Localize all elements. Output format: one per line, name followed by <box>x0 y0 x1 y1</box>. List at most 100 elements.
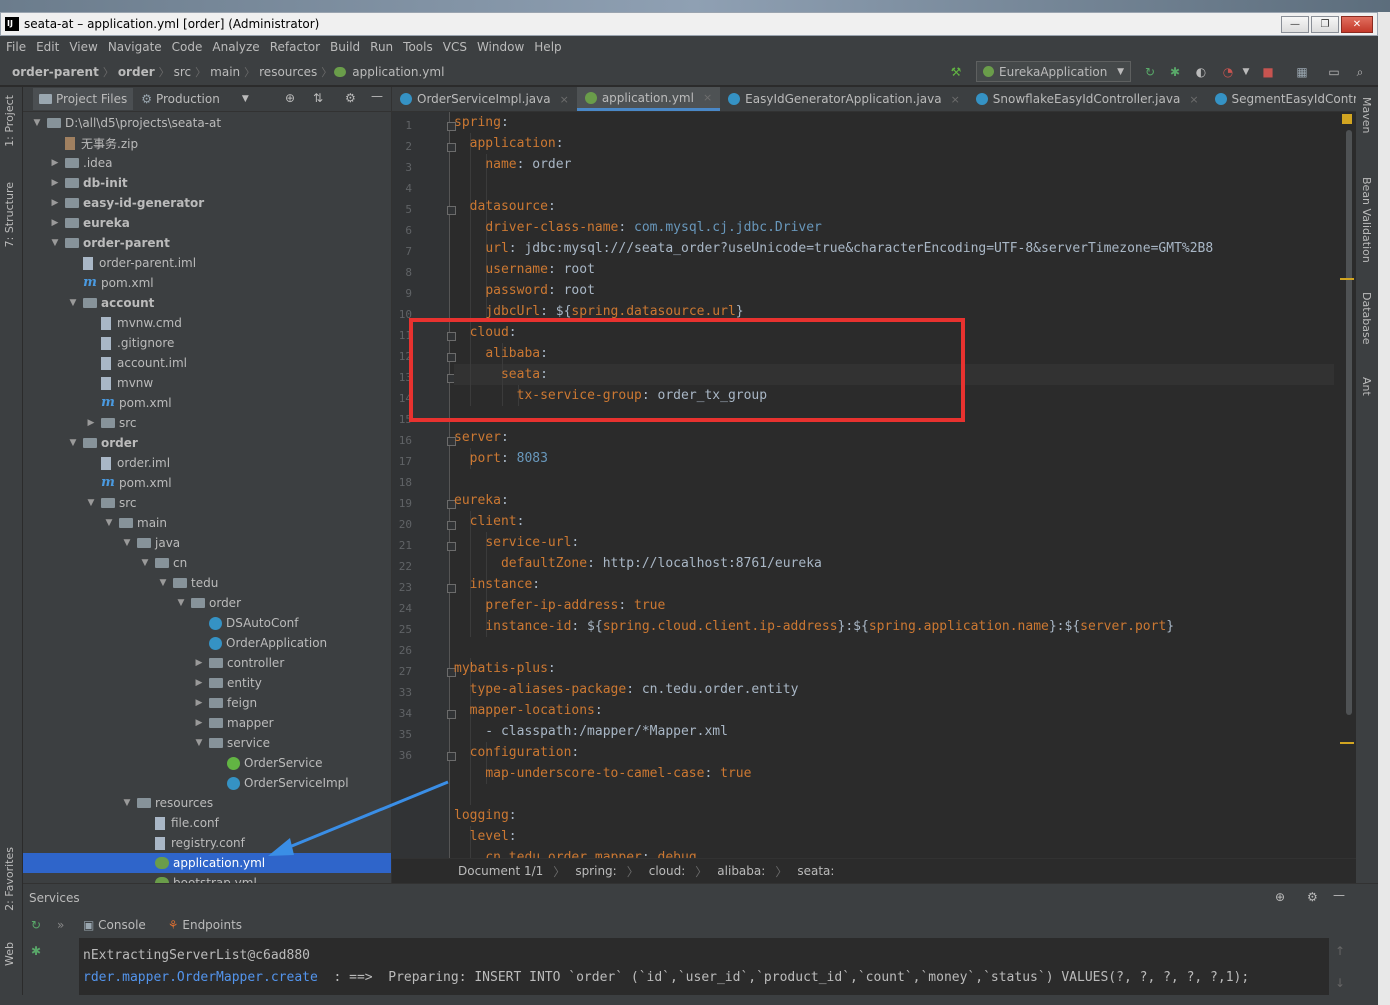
tree-node[interactable]: ▶ eureka <box>23 213 383 233</box>
tree-node[interactable]: ▼ cn <box>23 553 383 573</box>
search-icon[interactable]: ⌕ <box>1352 64 1368 80</box>
menu-run[interactable]: Run <box>370 40 393 54</box>
menu-navigate[interactable]: Navigate <box>108 40 162 54</box>
expand-arrow-icon[interactable]: ▼ <box>121 798 133 808</box>
collapse-arrow-icon[interactable]: ▶ <box>49 198 61 208</box>
tree-node[interactable]: ▶ .idea <box>23 153 383 173</box>
tree-node[interactable]: m pom.xml <box>23 273 383 293</box>
menu-view[interactable]: View <box>69 40 97 54</box>
breadcrumb-src[interactable]: src <box>170 65 196 79</box>
collapse-arrow-icon[interactable]: ▶ <box>193 718 205 728</box>
tree-node[interactable]: ▼ D:\all\d5\projects\seata-at <box>23 113 383 133</box>
expand-arrow-icon[interactable]: ▼ <box>157 578 169 588</box>
collapse-arrow-icon[interactable]: ▶ <box>49 218 61 228</box>
code-content[interactable]: spring: application: name: order datasou… <box>454 112 1334 858</box>
structure-tool-tab[interactable]: 7: Structure <box>3 182 16 247</box>
menu-refactor[interactable]: Refactor <box>270 40 320 54</box>
console-tab[interactable]: ▣ Console <box>83 918 146 932</box>
tree-node[interactable]: ▶ src <box>23 413 383 433</box>
tree-node[interactable]: m pom.xml <box>23 393 383 413</box>
editor-tab[interactable]: SnowflakeEasyIdController.java × <box>968 87 1207 111</box>
menu-build[interactable]: Build <box>330 40 360 54</box>
collapse-all-icon[interactable]: ⇅ <box>313 91 323 105</box>
breadcrumb-order[interactable]: order <box>114 65 159 79</box>
minimize-button[interactable]: — <box>1281 16 1309 33</box>
add-service-icon[interactable]: ⊕ <box>1275 890 1285 904</box>
tree-node[interactable]: order-parent.iml <box>23 253 383 273</box>
project-tool-tab[interactable]: 1: Project <box>3 95 16 147</box>
coverage-icon[interactable]: ◐ <box>1193 64 1209 80</box>
editor-tab[interactable]: EasyIdGeneratorApplication.java × <box>720 87 968 111</box>
tree-node[interactable]: ▼ resources <box>23 793 383 813</box>
editor-breadcrumb-spring[interactable]: spring: <box>575 864 616 878</box>
close-tab-icon[interactable]: × <box>951 93 960 106</box>
tree-node[interactable]: registry.conf <box>23 833 383 853</box>
collapse-arrow-icon[interactable]: ▶ <box>193 658 205 668</box>
build-hammer-icon[interactable]: ⚒ <box>948 64 964 80</box>
tree-node[interactable]: ▶ controller <box>23 653 383 673</box>
editor-tab[interactable]: application.yml × <box>576 87 721 111</box>
tree-node[interactable]: ▼ tedu <box>23 573 383 593</box>
run-configuration-select[interactable]: EurekaApplication ▼ <box>976 61 1131 82</box>
menu-vcs[interactable]: VCS <box>443 40 467 54</box>
bean-validation-tool-tab[interactable]: Bean Validation <box>1360 177 1373 263</box>
close-button[interactable]: ✕ <box>1341 16 1373 33</box>
error-stripe-mark[interactable] <box>1340 742 1354 744</box>
editor-tab[interactable]: SegmentEasyIdContr× <box>1207 87 1356 111</box>
tree-node[interactable]: ▶ db-init <box>23 173 383 193</box>
expand-arrow-icon[interactable]: ▼ <box>175 598 187 608</box>
menu-file[interactable]: File <box>6 40 26 54</box>
scroll-down-icon[interactable]: ↓ <box>1335 976 1345 990</box>
error-stripe-mark[interactable] <box>1340 278 1354 280</box>
profile-icon[interactable]: ◔ <box>1220 64 1236 80</box>
collapse-arrow-icon[interactable]: ▶ <box>193 678 205 688</box>
gear-icon[interactable]: ⚙ <box>345 91 356 105</box>
menu-help[interactable]: Help <box>534 40 561 54</box>
tree-node[interactable]: OrderService <box>23 753 383 773</box>
expand-arrow-icon[interactable]: ▼ <box>67 438 79 448</box>
breadcrumb-resources[interactable]: resources <box>255 65 321 79</box>
tree-node[interactable]: order.iml <box>23 453 383 473</box>
gear-icon[interactable]: ⚙ <box>1307 890 1318 904</box>
tree-node[interactable]: m pom.xml <box>23 473 383 493</box>
collapse-arrow-icon[interactable]: ▶ <box>49 158 61 168</box>
expand-arrow-icon[interactable]: ▼ <box>31 118 43 128</box>
maven-tool-tab[interactable]: Maven <box>1360 97 1373 133</box>
debug-icon[interactable]: ✱ <box>31 944 41 958</box>
tree-node[interactable]: application.yml <box>23 853 391 873</box>
chevron-down-icon[interactable]: ▼ <box>1238 64 1254 80</box>
expand-arrow-icon[interactable]: ▼ <box>103 518 115 528</box>
menu-code[interactable]: Code <box>172 40 203 54</box>
tree-node[interactable]: ▼ java <box>23 533 383 553</box>
maximize-button[interactable]: ❐ <box>1311 16 1339 33</box>
collapse-arrow-icon[interactable]: ▶ <box>193 698 205 708</box>
endpoints-tab[interactable]: ⚘ Endpoints <box>168 918 242 932</box>
tree-node[interactable]: OrderServiceImpl <box>23 773 383 793</box>
menu-analyze[interactable]: Analyze <box>212 40 259 54</box>
ant-tool-tab[interactable]: Ant <box>1360 377 1373 396</box>
tree-node[interactable]: .gitignore <box>23 333 383 353</box>
editor-breadcrumb-alibaba[interactable]: alibaba: <box>717 864 765 878</box>
tree-node[interactable]: file.conf <box>23 813 383 833</box>
tree-node[interactable]: ▼ order-parent <box>23 233 383 253</box>
tree-node[interactable]: ▼ order <box>23 433 383 453</box>
expand-arrow-icon[interactable]: ▼ <box>121 538 133 548</box>
close-tab-icon[interactable]: × <box>1189 93 1198 106</box>
tree-node[interactable]: ▼ src <box>23 493 383 513</box>
tree-node[interactable]: ▼ order <box>23 593 383 613</box>
expand-arrow-icon[interactable]: ▼ <box>193 738 205 748</box>
collapse-arrow-icon[interactable]: ▶ <box>49 178 61 188</box>
menu-tools[interactable]: Tools <box>403 40 433 54</box>
tree-node[interactable]: account.iml <box>23 353 383 373</box>
hide-panel-icon[interactable]: — <box>1333 888 1345 902</box>
breadcrumb-order-parent[interactable]: order-parent <box>8 65 103 79</box>
expand-arrow-icon[interactable]: ▼ <box>67 298 79 308</box>
breadcrumb-main[interactable]: main <box>206 65 244 79</box>
database-tool-tab[interactable]: Database <box>1360 292 1373 345</box>
presentation-icon[interactable]: ▭ <box>1326 64 1342 80</box>
editor-breadcrumb-seata[interactable]: seata: <box>797 864 834 878</box>
tree-node[interactable]: ▼ account <box>23 293 383 313</box>
tree-node[interactable]: mvnw <box>23 373 383 393</box>
editor-tab[interactable]: OrderServiceImpl.java × <box>392 87 577 111</box>
tree-node[interactable]: ▶ entity <box>23 673 383 693</box>
